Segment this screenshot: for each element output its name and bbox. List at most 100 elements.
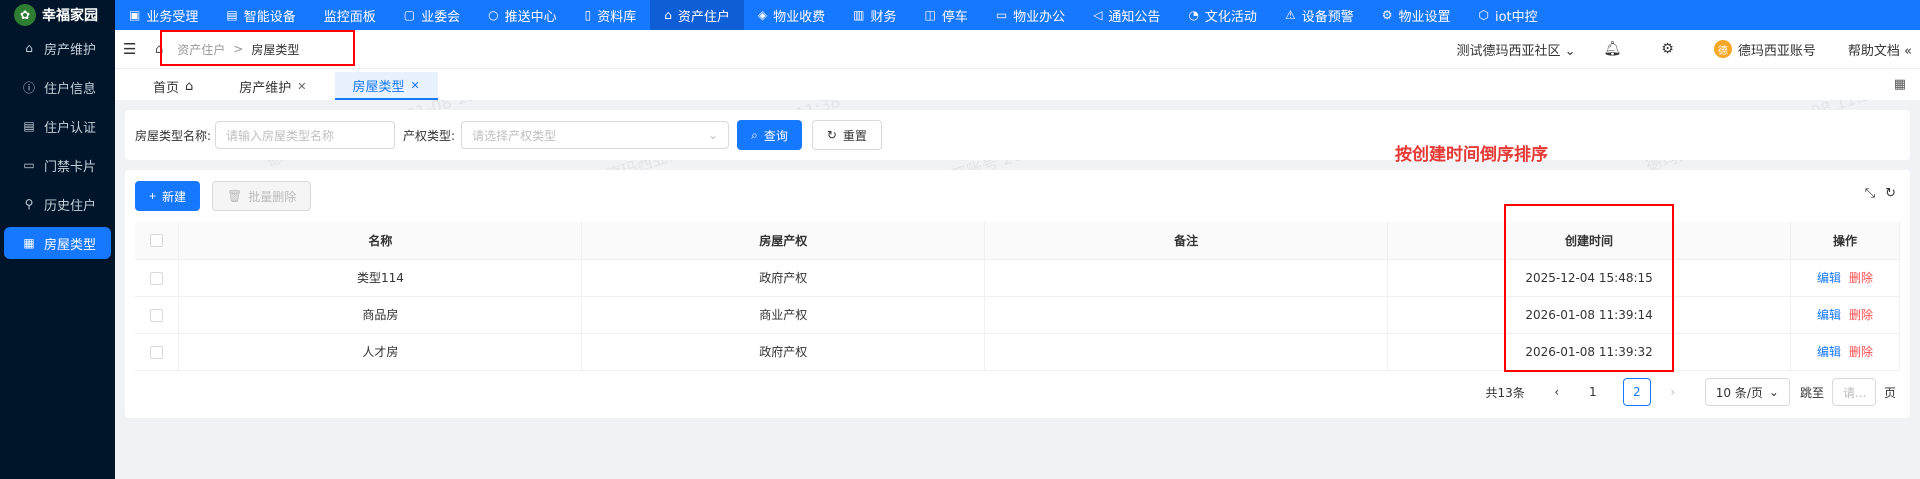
row-select-cell: [135, 333, 180, 371]
cell-right: 政府产权: [581, 333, 986, 371]
topnav-office[interactable]: ▭ 物业办公: [982, 0, 1079, 30]
close-icon[interactable]: ✕: [297, 80, 306, 93]
close-icon[interactable]: ✕: [411, 79, 420, 92]
sidebar-item-resident-info[interactable]: ⓘ 住户信息: [4, 71, 111, 103]
next-page-icon[interactable]: ›: [1659, 385, 1687, 399]
card-icon: ▭: [23, 158, 35, 172]
bell-icon[interactable]: 🔔︎: [1604, 41, 1622, 57]
topnav-settings[interactable]: ⚙ 物业设置: [1368, 0, 1465, 30]
reload-icon[interactable]: ↻: [1885, 186, 1896, 201]
topnav-committee[interactable]: ▢ 业委会: [390, 0, 474, 30]
topnav-finance[interactable]: ▥ 财务: [839, 0, 910, 30]
select-all-checkbox[interactable]: [150, 234, 164, 248]
chevron-down-icon: ⌄: [1564, 43, 1576, 59]
sidebar-item-access-card[interactable]: ▭ 门禁卡片: [4, 149, 111, 181]
topnav-fee[interactable]: ◈ 物业收费: [744, 0, 839, 30]
building-type-icon: ▦: [23, 236, 35, 250]
select-all-cell: [135, 222, 180, 260]
sidebar-item-label: 门禁卡片: [44, 159, 97, 175]
topnav-label: 业务受理: [146, 9, 199, 25]
fullscreen-icon[interactable]: ⤡: [1865, 186, 1875, 201]
topnav-label: 智能设备: [243, 9, 296, 25]
cell-actions: 编辑 删除: [1790, 333, 1900, 371]
community-selector[interactable]: 测试德玛西亚社区 ⌄: [1456, 40, 1575, 59]
app-logo: ✿ 幸福家园: [0, 0, 115, 30]
sidebar-item-property[interactable]: ⌂ 房产维护: [4, 32, 111, 64]
committee-icon: ▢: [403, 8, 416, 22]
page-1[interactable]: 1: [1579, 378, 1607, 406]
library-icon: ▯: [584, 8, 592, 22]
topnav-notice[interactable]: ◁ 通知公告: [1079, 0, 1174, 30]
edit-link[interactable]: 编辑: [1817, 271, 1841, 285]
tab-property[interactable]: 房产维护 ✕: [221, 72, 324, 100]
topnav-library[interactable]: ▯ 资料库: [571, 0, 651, 30]
topnav-label: 资料库: [597, 9, 637, 25]
tab-home[interactable]: 首页 ⌂: [135, 72, 211, 100]
topnav-device[interactable]: ▤ 智能设备: [212, 0, 309, 30]
column-header-remark[interactable]: 备注: [984, 222, 1389, 260]
topnav-label: 物业办公: [1013, 9, 1066, 25]
name-input[interactable]: 请输入房屋类型名称: [215, 121, 396, 149]
tab-house-type[interactable]: 房屋类型 ✕: [334, 72, 438, 100]
edit-link[interactable]: 编辑: [1817, 345, 1841, 359]
sidebar: ✿ 幸福家园 ⌂ 房产维护 ⓘ 住户信息 ▤ 住户认证 ▭ 门禁卡片 ⚲ 历史住…: [0, 0, 115, 479]
page-2[interactable]: 2: [1622, 378, 1651, 406]
cell-remark: [984, 296, 1389, 334]
name-label: 房屋类型名称:: [135, 128, 212, 143]
edit-link[interactable]: 编辑: [1817, 308, 1841, 322]
topnav-assets[interactable]: ⌂ 资产住户: [650, 0, 744, 30]
jump-input[interactable]: 请...: [1831, 378, 1876, 406]
page-size-select[interactable]: 10 条/页 ⌄: [1704, 378, 1790, 406]
right-type-select[interactable]: 请选择产权类型 ⌄: [461, 121, 730, 149]
column-header-right[interactable]: 房屋产权: [581, 222, 986, 260]
grid-icon[interactable]: ▦: [1894, 77, 1906, 92]
home-icon: ⌂: [185, 78, 194, 94]
user-menu[interactable]: 德 德玛西亚账号: [1713, 40, 1816, 59]
info-icon: ⓘ: [22, 80, 35, 95]
topnav-alarm[interactable]: ⚠ 设备预警: [1271, 0, 1368, 30]
sidebar-item-resident-auth[interactable]: ▤ 住户认证: [4, 110, 111, 142]
page-size-value: 10 条/页: [1715, 385, 1763, 400]
topnav-parking[interactable]: ◫ 停车: [910, 0, 981, 30]
column-header-name[interactable]: 名称: [178, 222, 583, 260]
topnav-label: 物业设置: [1398, 9, 1451, 25]
pagination: 共13条 ‹ 1 2 › 10 条/页 ⌄ 跳至 请... 页: [1485, 378, 1896, 406]
row-checkbox[interactable]: [150, 271, 164, 285]
prev-page-icon[interactable]: ‹: [1543, 385, 1571, 399]
topnav-label: 推送中心: [504, 9, 557, 25]
batch-delete-button[interactable]: 🗑︎ 批量删除: [212, 181, 312, 211]
query-label: 查询: [763, 128, 788, 143]
topnav-iot[interactable]: ⬡ iot中控: [1465, 0, 1552, 30]
row-checkbox[interactable]: [150, 345, 164, 359]
delete-link[interactable]: 删除: [1849, 271, 1873, 285]
topnav-push[interactable]: ○ 推送中心: [474, 0, 571, 30]
delete-link[interactable]: 删除: [1849, 308, 1873, 322]
sidebar-item-house-type[interactable]: ▦ 房屋类型: [4, 227, 111, 259]
device-icon: ▤: [226, 8, 238, 22]
topnav-monitor[interactable]: 监控面板: [310, 0, 390, 30]
query-button[interactable]: ⌕ 查询: [737, 120, 802, 150]
iot-icon: ⬡: [1478, 8, 1489, 22]
cell-right: 商业产权: [581, 296, 986, 334]
sidebar-item-history[interactable]: ⚲ 历史住户: [4, 188, 111, 220]
topnav-activity[interactable]: ◔ 文化活动: [1174, 0, 1271, 30]
reset-button[interactable]: ↻ 重置: [811, 120, 882, 150]
topnav-business[interactable]: ▣ 业务受理: [115, 0, 212, 30]
new-button[interactable]: + 新建: [135, 181, 201, 211]
business-icon: ▣: [129, 8, 141, 22]
chevron-down-icon: ⌄: [708, 128, 719, 142]
delete-link[interactable]: 删除: [1849, 345, 1873, 359]
new-label: 新建: [162, 189, 187, 204]
batch-delete-label: 批量删除: [248, 189, 297, 204]
app-name: 幸福家园: [42, 8, 98, 24]
user-name: 德玛西亚账号: [1737, 43, 1816, 59]
row-checkbox[interactable]: [150, 308, 164, 322]
menu-toggle-icon[interactable]: ☰: [123, 40, 143, 58]
gear-icon[interactable]: ⚙: [1661, 41, 1674, 57]
annotation-text: 按创建时间倒序排序: [1395, 145, 1548, 165]
help-link[interactable]: 帮助文档 «: [1848, 40, 1912, 59]
topnav-label: 监控面板: [323, 9, 376, 25]
right-type-label: 产权类型:: [403, 128, 456, 143]
breadcrumb-highlight-box: [160, 30, 355, 66]
settings-icon: ⚙: [1381, 8, 1393, 22]
